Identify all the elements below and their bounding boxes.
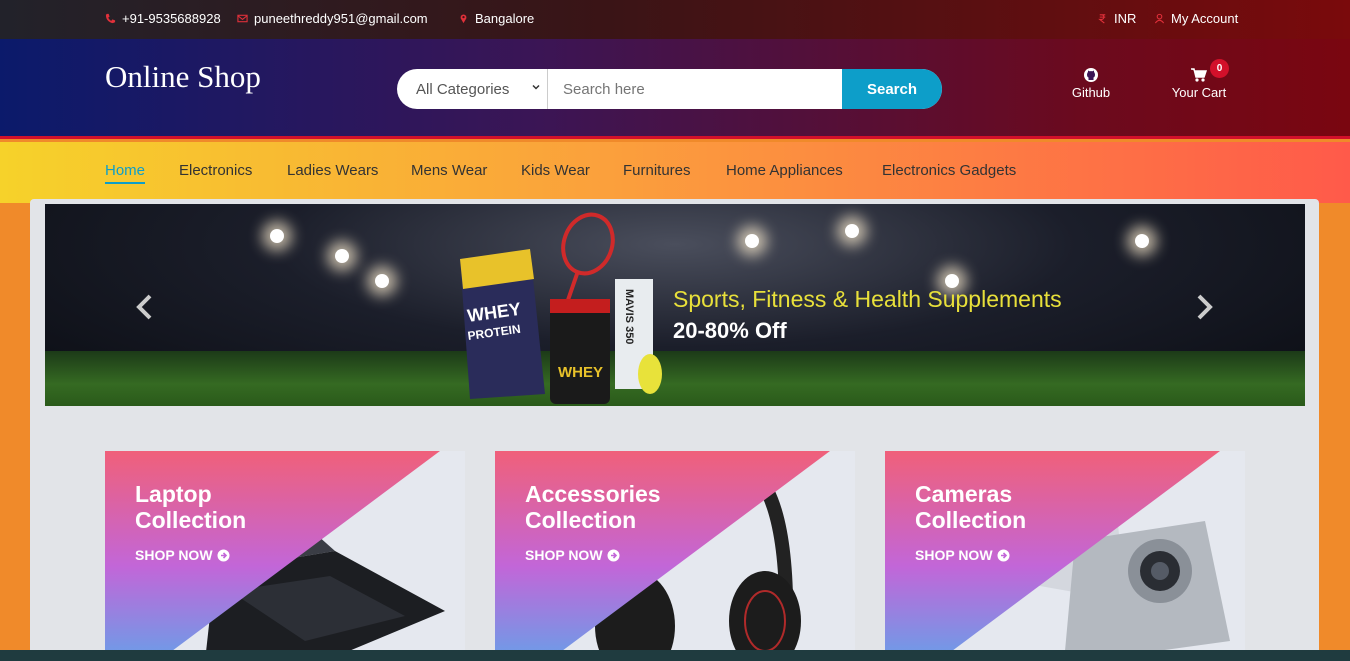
github-link[interactable]: Github — [1069, 67, 1113, 100]
envelope-icon — [237, 14, 248, 23]
hero-slider: WHEY PROTEIN WHEY MAVIS 350 Sports, Fitn… — [45, 204, 1305, 406]
nav-item-furnitures[interactable]: Furnitures — [623, 162, 691, 179]
nav-item-electronics[interactable]: Electronics — [179, 162, 252, 179]
category-nav: Home Electronics Ladies Wears Mens Wear … — [0, 142, 1350, 203]
github-label: Github — [1071, 85, 1111, 100]
slide-title: Sports, Fitness & Health Supplements — [673, 286, 1062, 312]
collection-title-line2: Collection — [525, 507, 637, 533]
stadium-field — [45, 351, 1305, 406]
collection-title-line1: Laptop — [135, 481, 212, 507]
shop-now-link[interactable]: SHOP NOW — [135, 547, 230, 563]
collection-title-line1: Accessories — [525, 481, 661, 507]
chevron-down-icon — [532, 84, 540, 90]
map-marker-icon — [460, 14, 467, 24]
shop-now-link[interactable]: SHOP NOW — [525, 547, 620, 563]
rupee-icon — [1098, 14, 1106, 24]
main-header: Online Shop All Categories Search Github… — [0, 39, 1350, 139]
cart-label: Your Cart — [1171, 85, 1227, 100]
currency-label: INR — [1114, 11, 1137, 26]
svg-text:MAVIS 350: MAVIS 350 — [623, 289, 635, 344]
collection-card-accessories[interactable]: Accessories Collection SHOP NOW — [495, 451, 855, 661]
slide-subtitle: 20-80% Off — [673, 318, 787, 343]
site-logo[interactable]: Online Shop — [105, 59, 261, 95]
nav-item-home[interactable]: Home — [105, 162, 146, 184]
arrow-circle-right-icon — [607, 549, 620, 561]
os-taskbar — [0, 650, 1350, 661]
phone-icon — [105, 13, 116, 24]
collection-card-cameras[interactable]: Cameras Collection SHOP NOW — [885, 451, 1245, 661]
category-selected: All Categories — [416, 80, 510, 98]
arrow-circle-right-icon — [217, 549, 230, 561]
nav-item-mens-wear[interactable]: Mens Wear — [411, 162, 487, 179]
nav-item-home-appliances[interactable]: Home Appliances — [726, 162, 843, 179]
shop-now-label: SHOP NOW — [135, 547, 213, 563]
shop-now-link[interactable]: SHOP NOW — [915, 547, 1010, 563]
top-bar: +91-9535688928 puneethreddy951@gmail.com… — [0, 0, 1350, 39]
stadium-light — [375, 274, 389, 288]
collection-title-line2: Collection — [915, 507, 1027, 533]
collection-card-laptop[interactable]: Laptop Collection SHOP NOW — [105, 451, 465, 661]
shopping-cart-icon — [1191, 68, 1208, 82]
chevron-left-icon[interactable] — [130, 292, 160, 322]
stadium-light — [845, 224, 859, 238]
github-icon — [1084, 68, 1098, 82]
supplements-product-image: WHEY PROTEIN WHEY MAVIS 350 — [460, 212, 662, 404]
search-button[interactable]: Search — [842, 69, 942, 109]
location-text: Bangalore — [475, 11, 535, 26]
stadium-light — [270, 229, 284, 243]
search-bar: All Categories Search — [397, 69, 942, 109]
svg-text:WHEY: WHEY — [558, 364, 603, 381]
chevron-right-icon[interactable] — [1189, 292, 1219, 322]
stadium-light — [745, 234, 759, 248]
arrow-circle-right-icon — [997, 549, 1010, 561]
nav-item-electronics-gadgets[interactable]: Electronics Gadgets — [882, 162, 1016, 179]
phone-number: +91-9535688928 — [122, 11, 221, 26]
nav-item-kids-wear[interactable]: Kids Wear — [521, 162, 590, 179]
stadium-light — [1135, 234, 1149, 248]
collection-title-line2: Collection — [135, 507, 247, 533]
my-account-link[interactable]: My Account — [1154, 11, 1238, 26]
my-account-label: My Account — [1171, 11, 1239, 26]
category-select[interactable]: All Categories — [397, 69, 548, 109]
collection-title: Accessories Collection — [525, 481, 725, 533]
phone-contact[interactable]: +91-9535688928 — [105, 11, 221, 26]
currency-selector[interactable]: INR — [1097, 11, 1136, 26]
user-icon — [1154, 13, 1165, 24]
location-contact: Bangalore — [458, 11, 534, 26]
search-input[interactable] — [548, 69, 842, 109]
shop-now-label: SHOP NOW — [525, 547, 603, 563]
nav-item-ladies-wears[interactable]: Ladies Wears — [287, 162, 378, 179]
shop-now-label: SHOP NOW — [915, 547, 993, 563]
email-address: puneethreddy951@gmail.com — [254, 11, 428, 26]
collection-title: Cameras Collection — [915, 481, 1115, 533]
cart-link[interactable]: Your Cart 0 — [1170, 59, 1229, 100]
cart-count-badge: 0 — [1210, 59, 1229, 78]
email-contact[interactable]: puneethreddy951@gmail.com — [237, 11, 428, 26]
stadium-light — [335, 249, 349, 263]
collection-title-line1: Cameras — [915, 481, 1013, 507]
collection-title: Laptop Collection — [135, 481, 335, 533]
